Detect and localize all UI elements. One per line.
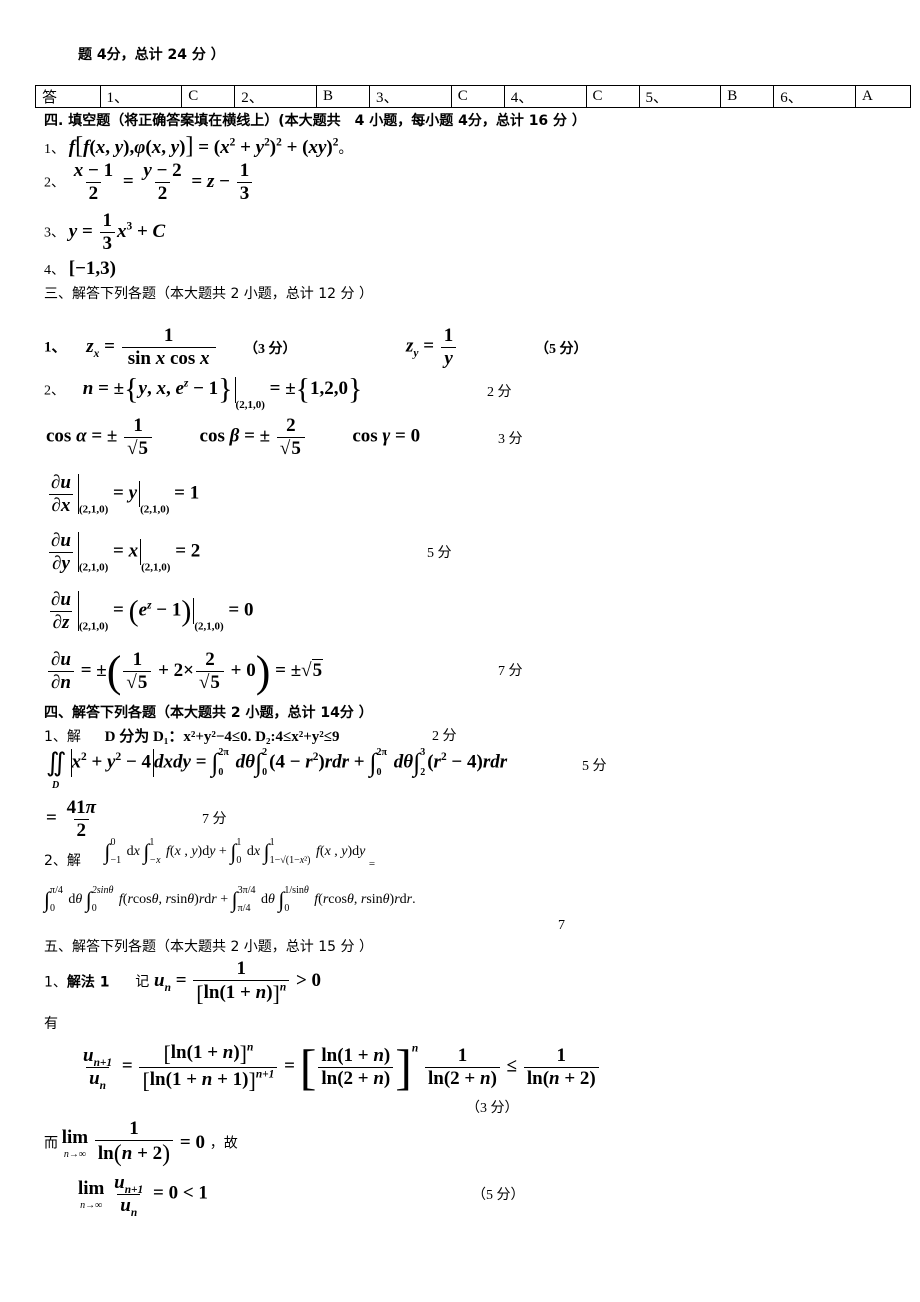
- table-cell-num: 1、: [99, 85, 183, 108]
- limit-suffix: ，故: [209, 1135, 238, 1152]
- s4-q2-line1: 2、解 ∫ 0 −1 dx ∫ 1 −x f(x , y)dy + ∫ 1 0 dx ∫ 1 1…: [44, 837, 376, 871]
- formula-du-dz: ∂u ∂z (2,1,0) = (ez − 1) (2,1,0) = 0: [49, 589, 254, 633]
- table-cell-num: 4、: [503, 85, 587, 108]
- score-ratio: （3 分）: [466, 1101, 519, 1116]
- table-label: 答: [35, 85, 101, 108]
- section-3-title: 三、解答下列各题（本大题共 2 小题，总计 12 分 ）: [44, 286, 373, 302]
- have-label: 有: [44, 1016, 58, 1032]
- score-du-dy: 5 分: [427, 546, 452, 561]
- table-cell-num: 2、: [234, 85, 318, 108]
- domain-text: D 分为 D₁：x²+y²−4≤0. D₂:4≤x²+y²≤9: [104, 729, 340, 745]
- score-integral: 5 分: [582, 759, 607, 774]
- formula: y = 1 3 x3 + C: [68, 210, 166, 254]
- score-s4-q2: 7: [558, 918, 565, 933]
- formula-du-dn: ∂u ∂n = ±(1 √5 + 2× 2 √5 + 0) = ±√5: [46, 646, 324, 697]
- table-cell-answer: C: [181, 85, 236, 108]
- header-fragment: 题 4分，总计 24 分 ）: [78, 47, 225, 63]
- item-number: 1、: [44, 142, 65, 157]
- table-cell-answer: C: [450, 85, 505, 108]
- item-number: 1、: [44, 974, 67, 991]
- table-cell-num: 6、: [773, 85, 857, 108]
- s3-q1: 1、 zx = 1 sin x cos x: [44, 325, 218, 370]
- formula-iterated: ∫ 0 −1 dx ∫ 1 −x f(x , y)dy + ∫ 1 0 dx ∫ 1 1−√(1…: [104, 837, 376, 871]
- formula: [−1,3): [68, 258, 116, 279]
- section-fill-title: 四. 填空题（将正确答案填在横线上）(本大题共 4 小题，每小题 4分，总计 1…: [44, 113, 586, 129]
- score-normal: 2 分: [487, 385, 512, 400]
- fill-item-4: 4、 [−1,3): [44, 258, 116, 280]
- fill-item-2: 2、 x − 12 = y − 22 = z − 13: [44, 160, 254, 205]
- formula-ratio: un+1 un = [ln(1 + n)]n [ln(1 + n + 1)]n+1 …: [78, 1038, 601, 1096]
- fill-item-1: 1、 f[f(x, y),φ(x, y)] = (x2 + y2)2 + (xy…: [44, 133, 353, 159]
- formula: x − 12 = y − 22 = z − 13: [69, 160, 254, 204]
- item-number: 2、: [44, 175, 65, 191]
- section-5-title: 五、解答下列各题（本大题共 2 小题，总计 15 分 ）: [44, 939, 373, 955]
- score-domain: 2 分: [432, 729, 457, 744]
- answer-table: 答 1、 C 2、 B 3、 C 4、 C 5、 B 6、 A: [35, 85, 911, 108]
- s3-q2-normal: 2、 n = ±{y, x, ez − 1} (2,1,0) = ±{1,2,0}: [44, 373, 362, 411]
- s4-q1-domain: 1、解 D 分为 D₁：x²+y²−4≤0. D₂:4≤x²+y²≤9: [44, 725, 340, 746]
- score-final: （5 分）: [472, 1188, 525, 1203]
- item-number: 1、: [44, 339, 67, 356]
- score-result: 7 分: [202, 812, 227, 827]
- s5-q1-define: 1、解法 1 记 un = 1 [ln(1 + n)]n > 0: [44, 958, 321, 1006]
- score-du-dn: 7 分: [498, 664, 523, 679]
- fill-item-3: 3、 y = 1 3 x3 + C: [44, 210, 165, 255]
- formula-cos: cos α = ± 1 √5 cos β = ± 2 √5 cos γ = 0: [46, 415, 421, 459]
- formula-normal: n = ±{y, x, ez − 1} (2,1,0) = ±{1,2,0}: [82, 373, 363, 412]
- table-cell-answer: B: [720, 85, 775, 108]
- table-cell-answer: A: [855, 85, 911, 108]
- formula-final: lim n→∞ un+1 un = 0 < 1: [78, 1172, 208, 1219]
- table-cell-answer: C: [585, 85, 640, 108]
- formula-result: = 41π 2: [46, 797, 96, 841]
- formula-zx: zx = 1 sin x cos x: [86, 325, 217, 369]
- formula-double-integral: ∬ x2 + y2 − 4 dxdy = ∫ 2π 0 dθ∫ 2 0 (4 − r2)rdr…: [46, 747, 508, 778]
- item-number: 2、: [44, 383, 65, 399]
- score-zx: （3 分）: [244, 342, 297, 357]
- method-label: 解法 1: [66, 974, 110, 991]
- limit-prefix: 而: [44, 1135, 58, 1152]
- item-number: 3、: [44, 225, 65, 241]
- s5-limit: 而 lim n→∞ 1 ln(n + 2) = 0 ，故: [44, 1118, 238, 1168]
- item-number: 1、解: [44, 729, 81, 745]
- formula-du-dy: ∂u ∂y (2,1,0) = x(2,1,0) = 2: [49, 530, 201, 574]
- section-4-title: 四、解答下列各题（本大题共 2 小题，总计 14分 ）: [44, 705, 373, 721]
- item-number: 4、: [44, 263, 65, 278]
- formula: f[f(x, y),φ(x, y)] = (x2 + y2)2 + (xy)2: [68, 133, 339, 159]
- table-row: 答 1、 C 2、 B 3、 C 4、 C 5、 B 6、 A: [35, 85, 911, 108]
- region-label: D: [52, 780, 60, 791]
- formula-un: 记 un = 1 [ln(1 + n)]n > 0: [135, 958, 322, 1006]
- score-cos: 3 分: [498, 432, 523, 447]
- table-cell-num: 3、: [369, 85, 452, 108]
- table-cell-num: 5、: [638, 85, 722, 108]
- s4-q2-line2: ∫ π/4 0 dθ ∫ 2sinθ 0 f(rcosθ, rsinθ)rdr + ∫ 3…: [44, 885, 416, 914]
- formula-limit: lim n→∞ 1 ln(n + 2) = 0: [61, 1118, 210, 1167]
- score-zy: （5 分）: [535, 342, 588, 357]
- formula-zy: zy = 1y: [406, 325, 458, 370]
- item-number: 2、解: [44, 853, 81, 870]
- formula-du-dx: ∂u ∂x (2,1,0) = y(2,1,0) = 1: [46, 472, 199, 517]
- table-cell-answer: B: [316, 85, 370, 108]
